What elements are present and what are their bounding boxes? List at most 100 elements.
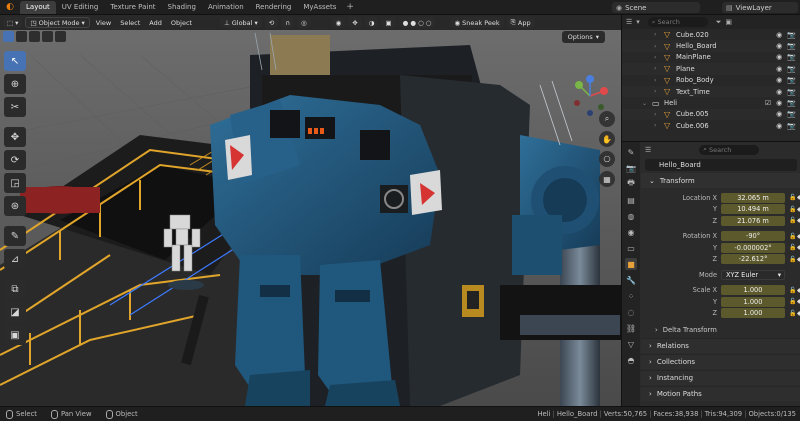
tab-animation[interactable]: Animation bbox=[202, 1, 250, 14]
panel-instancing[interactable]: › Instancing bbox=[641, 370, 800, 385]
move-tool[interactable]: ✥ bbox=[4, 127, 26, 147]
lock-icon[interactable]: 🔓 bbox=[789, 256, 796, 263]
cursor-tool[interactable]: ⊕ bbox=[4, 74, 26, 94]
outliner-item[interactable]: › ▽ MainPlane ◉ 📷 bbox=[622, 52, 800, 63]
menu-object[interactable]: Object bbox=[168, 19, 195, 27]
eye-icon[interactable]: ◉ bbox=[776, 122, 782, 130]
eye-icon[interactable]: ◉ bbox=[776, 65, 782, 73]
physics-tab-icon[interactable]: ◌ bbox=[625, 306, 637, 318]
location-x-field[interactable]: 32.065 m bbox=[721, 192, 785, 203]
object-tab-icon[interactable]: ■ bbox=[625, 258, 637, 270]
chevron-right-icon[interactable]: › bbox=[654, 54, 660, 61]
properties-search-input[interactable]: ⌕ Search bbox=[699, 144, 760, 155]
scale-y-field[interactable]: 1.000 bbox=[721, 296, 785, 307]
world-tab-icon[interactable]: ◉ bbox=[625, 226, 637, 238]
tab-layout[interactable]: Layout bbox=[20, 0, 56, 14]
app-button[interactable]: ⎘ App bbox=[506, 17, 535, 28]
rotation-mode-dropdown[interactable]: XYZ Euler ▾ bbox=[721, 269, 785, 280]
chevron-right-icon[interactable]: › bbox=[654, 65, 660, 72]
constraints-tab-icon[interactable]: ⛓ bbox=[625, 322, 637, 334]
scale-x-field[interactable]: 1.000 bbox=[721, 285, 785, 296]
rotation-y-field[interactable]: -0.000002° bbox=[721, 242, 785, 253]
camera-icon[interactable]: 📷 bbox=[787, 122, 796, 130]
transform-tool[interactable]: ⊛ bbox=[4, 196, 26, 216]
annotate-tool[interactable]: ✎ bbox=[4, 226, 26, 246]
chevron-right-icon[interactable]: › bbox=[654, 122, 660, 129]
outliner-item[interactable]: ⌄ ▭ Heli ☑ ◉ 📷 bbox=[622, 97, 800, 108]
outliner-item[interactable]: › ▽ Robo_Body ◉ 📷 bbox=[622, 75, 800, 86]
sneak-peek-button[interactable]: ◉ Sneak Peek bbox=[450, 17, 504, 28]
eye-icon[interactable]: ◉ bbox=[776, 53, 782, 61]
material-tab-icon[interactable]: ◓ bbox=[625, 354, 637, 366]
new-collection-icon[interactable]: ▣ bbox=[725, 18, 732, 26]
eye-icon[interactable]: ◉ bbox=[776, 31, 782, 39]
zoom-icon[interactable]: ⌕ bbox=[599, 111, 615, 127]
filter-icon[interactable]: ▾ bbox=[636, 18, 640, 26]
mode-dropdown[interactable]: ◳ Object Mode ▾ bbox=[25, 17, 90, 28]
camera-icon[interactable]: 📷 bbox=[787, 53, 796, 61]
panel-relations[interactable]: › Relations bbox=[641, 338, 800, 353]
eye-icon[interactable]: ◉ bbox=[776, 99, 782, 107]
camera-icon[interactable]: 📷 bbox=[787, 42, 796, 50]
select-mode-subtract[interactable] bbox=[29, 31, 40, 42]
camera-view-icon[interactable]: ⎔ bbox=[599, 151, 615, 167]
outliner-item[interactable]: › ▽ Cube.005 ◉ 📷 bbox=[622, 108, 800, 121]
tab-myassets[interactable]: MyAssets bbox=[297, 1, 342, 14]
object-name-field[interactable]: Hello_Board bbox=[645, 159, 797, 171]
select-mode-invert[interactable] bbox=[42, 31, 53, 42]
rotation-x-field[interactable]: -90° bbox=[721, 231, 785, 242]
view-layer-tab-icon[interactable]: ▤ bbox=[625, 194, 637, 206]
particles-tab-icon[interactable]: ⁘ bbox=[625, 290, 637, 302]
scene-selector[interactable]: ◉ Scene bbox=[612, 2, 700, 13]
chevron-right-icon[interactable]: › bbox=[654, 111, 660, 118]
scale-tool[interactable]: ◲ bbox=[4, 173, 26, 193]
view-layer-selector[interactable]: ▤ ViewLayer bbox=[722, 2, 798, 13]
select-mode-intersect[interactable] bbox=[55, 31, 66, 42]
lock-icon[interactable]: 🔓 bbox=[789, 310, 796, 317]
3d-viewport[interactable]: W bbox=[0, 15, 621, 406]
lock-icon[interactable]: 🔓 bbox=[789, 194, 796, 201]
snap-button[interactable]: ∩ bbox=[281, 17, 294, 28]
chevron-right-icon[interactable]: › bbox=[654, 88, 660, 95]
collection-tab-icon[interactable]: ▭ bbox=[625, 242, 637, 254]
tab-rendering[interactable]: Rendering bbox=[250, 1, 298, 14]
hand-pan-icon[interactable]: ✋ bbox=[599, 131, 615, 147]
location-y-field[interactable]: 10.494 m bbox=[721, 204, 785, 215]
extra-tool[interactable]: ▣ bbox=[4, 325, 26, 345]
menu-view[interactable]: View bbox=[93, 19, 114, 27]
rotation-z-field[interactable]: -22.612° bbox=[721, 254, 785, 265]
lock-icon[interactable]: 🔓 bbox=[789, 217, 796, 224]
delta-transform-header[interactable]: › Delta Transform bbox=[641, 323, 800, 337]
outliner-item[interactable]: › ▽ Hello_Board ◉ 📷 bbox=[622, 40, 800, 52]
lock-icon[interactable]: 🔓 bbox=[789, 233, 796, 240]
panel-motion-paths[interactable]: › Motion Paths bbox=[641, 386, 800, 401]
lock-icon[interactable]: 🔓 bbox=[789, 244, 796, 251]
tab-uv-editing[interactable]: UV Editing bbox=[56, 1, 105, 14]
shading-modes[interactable]: ● ● ○ ○ bbox=[398, 17, 436, 28]
chevron-down-icon[interactable]: ⌄ bbox=[642, 100, 648, 107]
select-mode-set[interactable] bbox=[3, 31, 14, 42]
outliner-item[interactable]: › ▽ Cube.020 ◉ 📷 bbox=[622, 29, 800, 40]
outliner-item[interactable]: › ▽ Plane ◉ 📷 bbox=[622, 63, 800, 75]
add-workspace-icon[interactable]: + bbox=[342, 2, 358, 12]
eye-icon[interactable]: ◉ bbox=[776, 110, 782, 118]
tab-texture-paint[interactable]: Texture Paint bbox=[104, 1, 161, 14]
add-cube-tool[interactable]: ⧉ bbox=[4, 279, 26, 299]
menu-add[interactable]: Add bbox=[146, 19, 165, 27]
camera-icon[interactable]: 📷 bbox=[787, 31, 796, 39]
rotate-tool[interactable]: ⟳ bbox=[4, 150, 26, 170]
scene-tab-icon[interactable]: ◍ bbox=[625, 210, 637, 222]
output-tab-icon[interactable]: 🖶 bbox=[625, 178, 637, 190]
funnel-icon[interactable]: ⏷ bbox=[716, 18, 722, 27]
outliner-editor-icon[interactable]: ☰ bbox=[626, 18, 632, 26]
chevron-right-icon[interactable]: › bbox=[654, 31, 660, 38]
lock-icon[interactable]: 🔓 bbox=[789, 298, 796, 305]
eye-icon[interactable]: ◉ bbox=[776, 42, 782, 50]
eye-icon[interactable]: ◉ bbox=[776, 76, 782, 84]
visibility-button[interactable]: ◉ bbox=[331, 17, 346, 28]
orientation-dropdown[interactable]: ⊥ Global ▾ bbox=[220, 17, 262, 28]
measure-tool[interactable]: ⊿ bbox=[4, 249, 26, 269]
location-z-field[interactable]: 21.076 m bbox=[721, 215, 785, 226]
panel-collections[interactable]: › Collections bbox=[641, 354, 800, 369]
transform-panel-header[interactable]: ⌄ Transform bbox=[641, 173, 800, 188]
